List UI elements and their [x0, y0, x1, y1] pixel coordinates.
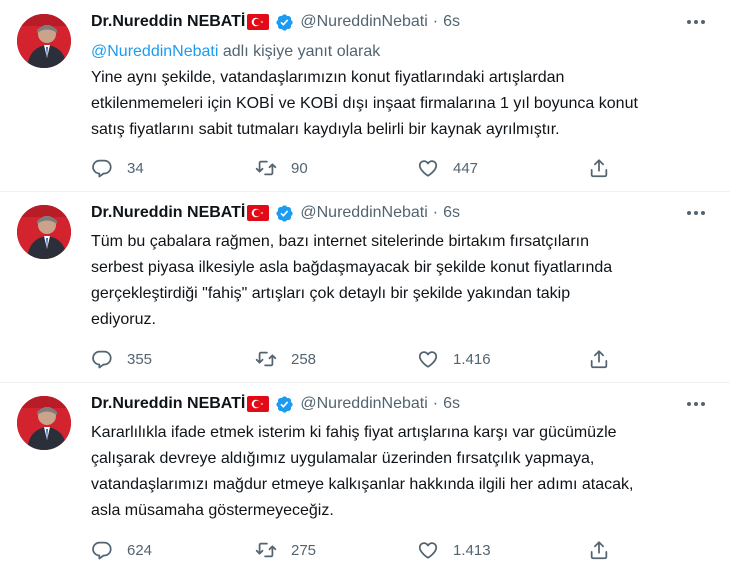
reply-icon [92, 541, 112, 560]
tweet-header: Dr.Nureddin NEBATİ @NureddinNebati · 6s [91, 393, 460, 415]
timestamp[interactable]: 6s [443, 13, 460, 31]
replying-to: @NureddinNebati adlı kişiye yanıt olarak [91, 43, 380, 61]
tweet-text-line: asla müsamaha göstermeyeceğiz. [91, 502, 334, 519]
author-name[interactable]: Dr.Nureddin NEBATİ [91, 204, 245, 222]
share-button[interactable] [588, 157, 610, 179]
reply-icon [92, 350, 112, 369]
tweet-header: Dr.Nureddin NEBATİ @NureddinNebati · 6s [91, 202, 460, 224]
retweet-count: 258 [291, 350, 317, 368]
tweet-header: Dr.Nureddin NEBATİ @NureddinNebati · 6s [91, 11, 460, 33]
tweet-actions: 34 90 447 [91, 157, 611, 179]
retweet-icon [255, 160, 277, 176]
tweet-text: Yine aynı şekilde, vatandaşlarımızın kon… [91, 65, 721, 143]
reply-button[interactable]: 34 [91, 157, 144, 179]
timestamp[interactable]: 6s [443, 395, 460, 413]
retweet-button[interactable]: 258 [255, 348, 316, 370]
tweet-text: Tüm bu çabalara rağmen, bazı internet si… [91, 229, 721, 333]
share-button[interactable] [588, 539, 610, 561]
author-handle[interactable]: @NureddinNebati [300, 204, 427, 222]
like-button[interactable]: 447 [417, 157, 478, 179]
separator-dot: · [432, 204, 439, 221]
tweet[interactable]: Dr.Nureddin NEBATİ @NureddinNebati · 6s … [0, 0, 730, 191]
tweet-text-line: etkilenmemeleri için KOBİ ve KOBİ dışı i… [91, 95, 638, 112]
share-icon [590, 159, 608, 178]
tweet-thread: Dr.Nureddin NEBATİ @NureddinNebati · 6s … [0, 0, 730, 571]
retweet-button[interactable]: 90 [255, 157, 308, 179]
tweet-text: Kararlılıkla ifade etmek isterim ki fahi… [91, 420, 721, 524]
separator-dot: · [432, 13, 439, 30]
retweet-icon [255, 542, 277, 558]
share-button[interactable] [588, 348, 610, 370]
author-name[interactable]: Dr.Nureddin NEBATİ [91, 395, 245, 413]
verified-badge-icon [275, 395, 294, 414]
more-options-icon[interactable] [684, 205, 708, 221]
tweet-text-line: satış fiyatlarını sabit tutmaları kaydıy… [91, 121, 560, 138]
turkey-flag-icon [247, 14, 270, 30]
share-icon [590, 541, 608, 560]
tweet-actions: 624 275 1.413 [91, 539, 611, 561]
like-count: 1.413 [453, 541, 491, 559]
reply-count: 624 [127, 541, 153, 559]
heart-icon [418, 542, 438, 559]
reply-mention-link[interactable]: @NureddinNebati [91, 43, 218, 60]
verified-badge-icon [275, 13, 294, 32]
separator-dot: · [432, 395, 439, 412]
share-icon [590, 350, 608, 369]
avatar[interactable] [17, 396, 71, 450]
reply-icon [92, 159, 112, 178]
author-handle[interactable]: @NureddinNebati [300, 395, 427, 413]
verified-badge-icon [275, 204, 294, 223]
more-options-icon[interactable] [684, 14, 708, 30]
heart-icon [418, 351, 438, 368]
timestamp[interactable]: 6s [443, 204, 460, 222]
like-count: 447 [453, 159, 479, 177]
author-handle[interactable]: @NureddinNebati [300, 13, 427, 31]
tweet[interactable]: Dr.Nureddin NEBATİ @NureddinNebati · 6s … [0, 191, 730, 382]
reply-count: 34 [127, 159, 144, 177]
tweet-text-line: ediyoruz. [91, 311, 156, 328]
like-count: 1.416 [453, 350, 491, 368]
author-name[interactable]: Dr.Nureddin NEBATİ [91, 13, 245, 31]
tweet-text-line: gerçekleştirdiği "fahiş" artışları çok d… [91, 285, 571, 302]
more-options-icon[interactable] [684, 396, 708, 412]
retweet-count: 275 [291, 541, 317, 559]
tweet-text-line: vatandaşlarımızı mağdur etmeye kalkışanl… [91, 476, 634, 493]
retweet-button[interactable]: 275 [255, 539, 316, 561]
heart-icon [418, 160, 438, 177]
tweet-text-line: Yine aynı şekilde, vatandaşlarımızın kon… [91, 69, 565, 86]
like-button[interactable]: 1.416 [417, 348, 491, 370]
avatar[interactable] [17, 205, 71, 259]
tweet[interactable]: Dr.Nureddin NEBATİ @NureddinNebati · 6s … [0, 382, 730, 571]
tweet-text-line: çalışarak devreye aldığımız uygulamalar … [91, 450, 595, 467]
reply-count: 355 [127, 350, 153, 368]
tweet-text-line: Kararlılıkla ifade etmek isterim ki fahi… [91, 424, 617, 441]
reply-suffix: adlı kişiye yanıt olarak [218, 43, 381, 60]
retweet-count: 90 [291, 159, 308, 177]
tweet-text-line: Tüm bu çabalara rağmen, bazı internet si… [91, 233, 589, 250]
avatar[interactable] [17, 14, 71, 68]
tweet-actions: 355 258 1.416 [91, 348, 611, 370]
tweet-text-line: serbest piyasa ilkesiyle asla bağdaşmaya… [91, 259, 613, 276]
retweet-icon [255, 351, 277, 367]
reply-button[interactable]: 624 [91, 539, 152, 561]
turkey-flag-icon [247, 205, 270, 221]
like-button[interactable]: 1.413 [417, 539, 491, 561]
reply-button[interactable]: 355 [91, 348, 152, 370]
turkey-flag-icon [247, 396, 270, 412]
